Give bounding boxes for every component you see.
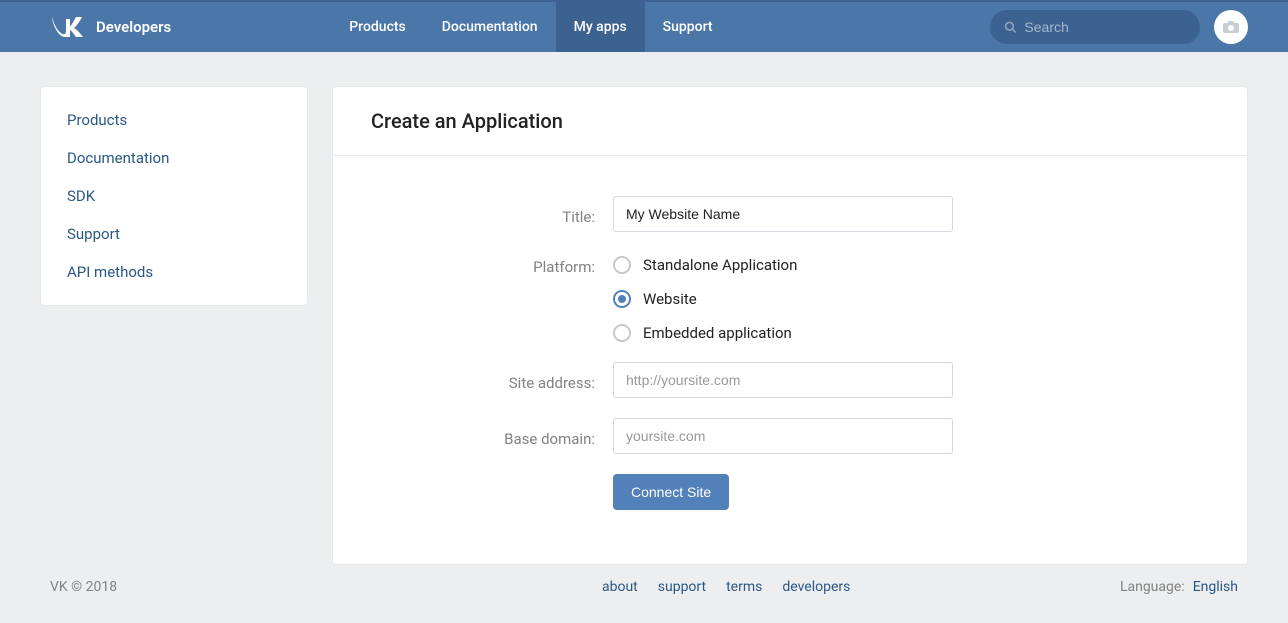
title-label: Title: bbox=[333, 202, 613, 226]
nav-my-apps[interactable]: My apps bbox=[556, 2, 645, 52]
platform-label: Platform: bbox=[333, 252, 613, 276]
language-label: Language: bbox=[1120, 579, 1185, 595]
platform-option-website[interactable]: Website bbox=[613, 290, 953, 308]
search-input[interactable] bbox=[1024, 19, 1186, 35]
create-app-form: Title: Platform: Standalone Application bbox=[333, 156, 1247, 510]
footer-link-support[interactable]: support bbox=[658, 579, 706, 595]
sidebar-item-label: Products bbox=[67, 111, 127, 129]
page-title: Create an Application bbox=[371, 109, 1209, 133]
sidebar-item-label: SDK bbox=[67, 187, 95, 205]
platform-option-standalone[interactable]: Standalone Application bbox=[613, 256, 953, 274]
button-label: Connect Site bbox=[631, 484, 711, 500]
platform-radio-group: Standalone Application Website Embedded … bbox=[613, 252, 953, 342]
nav-products-label: Products bbox=[349, 19, 406, 35]
top-nav: Products Documentation My apps Support bbox=[331, 2, 730, 52]
sidebar-item-documentation[interactable]: Documentation bbox=[41, 139, 307, 177]
footer: VK © 2018 about support terms developers… bbox=[40, 565, 1248, 595]
radio-label: Standalone Application bbox=[643, 256, 797, 274]
search-box[interactable] bbox=[990, 10, 1200, 44]
footer-link-about[interactable]: about bbox=[602, 579, 638, 595]
topbar: Developers Products Documentation My app… bbox=[0, 0, 1288, 52]
sidebar-item-label: API methods bbox=[67, 263, 153, 281]
language-selector[interactable]: English bbox=[1193, 579, 1238, 595]
sidebar-item-products[interactable]: Products bbox=[41, 101, 307, 139]
footer-link-developers[interactable]: developers bbox=[782, 579, 850, 595]
camera-button[interactable] bbox=[1214, 10, 1248, 44]
sidebar-item-support[interactable]: Support bbox=[41, 215, 307, 253]
base-domain-input[interactable] bbox=[613, 418, 953, 454]
base-domain-label: Base domain: bbox=[333, 424, 613, 448]
site-address-label: Site address: bbox=[333, 368, 613, 392]
nav-documentation[interactable]: Documentation bbox=[424, 2, 556, 52]
sidebar-item-label: Documentation bbox=[67, 149, 169, 167]
footer-copyright: VK © 2018 bbox=[40, 579, 332, 595]
nav-documentation-label: Documentation bbox=[442, 19, 538, 35]
search-icon bbox=[1004, 20, 1016, 34]
platform-option-embedded[interactable]: Embedded application bbox=[613, 324, 953, 342]
radio-icon bbox=[613, 324, 631, 342]
main-header: Create an Application bbox=[333, 87, 1247, 156]
vk-logo-icon bbox=[50, 11, 86, 44]
sidebar-item-api-methods[interactable]: API methods bbox=[41, 253, 307, 291]
camera-icon bbox=[1222, 20, 1240, 34]
sidebar-item-sdk[interactable]: SDK bbox=[41, 177, 307, 215]
radio-icon bbox=[613, 290, 631, 308]
connect-site-button[interactable]: Connect Site bbox=[613, 474, 729, 510]
title-input[interactable] bbox=[613, 196, 953, 232]
radio-icon bbox=[613, 256, 631, 274]
main-panel: Create an Application Title: Platform: S… bbox=[332, 86, 1248, 565]
footer-link-terms[interactable]: terms bbox=[726, 579, 762, 595]
brand-text: Developers bbox=[96, 18, 171, 36]
nav-support-label: Support bbox=[663, 19, 713, 35]
nav-products[interactable]: Products bbox=[331, 2, 424, 52]
logo-area[interactable]: Developers bbox=[50, 11, 171, 44]
radio-label: Embedded application bbox=[643, 324, 792, 342]
nav-my-apps-label: My apps bbox=[574, 19, 627, 35]
footer-links: about support terms developers bbox=[332, 579, 1120, 595]
radio-label: Website bbox=[643, 290, 697, 308]
sidebar: Products Documentation SDK Support API m… bbox=[40, 86, 308, 306]
sidebar-item-label: Support bbox=[67, 225, 120, 243]
site-address-input[interactable] bbox=[613, 362, 953, 398]
nav-support[interactable]: Support bbox=[645, 2, 731, 52]
